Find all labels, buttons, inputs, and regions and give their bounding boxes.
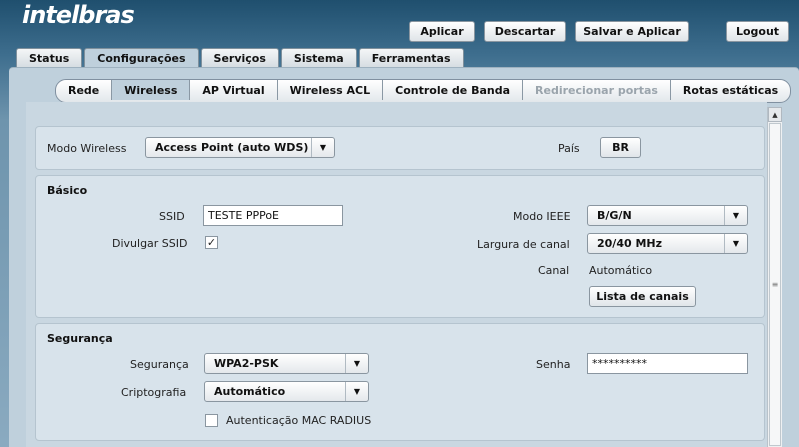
broadcast-ssid-checkbox[interactable]: ✓ (205, 236, 218, 249)
security-value: WPA2-PSK (214, 357, 279, 370)
sub-tabs: Rede Wireless AP Virtual Wireless ACL Co… (55, 79, 792, 103)
country-button[interactable]: BR (600, 137, 641, 158)
wireless-mode-label: Modo Wireless (47, 142, 127, 155)
intelbras-logo: intelbras (22, 1, 135, 29)
ieee-mode-value: B/G/N (597, 209, 632, 222)
subtab-wireless[interactable]: Wireless (112, 80, 191, 100)
tab-status[interactable]: Status (16, 48, 83, 67)
security-label: Segurança (130, 358, 189, 371)
apply-button[interactable]: Aplicar (409, 21, 475, 42)
discard-button[interactable]: Descartar (484, 21, 566, 42)
channel-value: Automático (589, 264, 653, 277)
broadcast-ssid-label: Divulgar SSID (112, 237, 188, 250)
logout-button[interactable]: Logout (726, 21, 789, 42)
chevron-down-icon: ▼ (345, 354, 368, 373)
tab-ferramentas[interactable]: Ferramentas (358, 48, 464, 67)
scrollbar[interactable]: ▲ ≡ (767, 107, 782, 447)
crypto-value: Automático (214, 385, 286, 398)
save-apply-button[interactable]: Salvar e Aplicar (575, 21, 689, 42)
wireless-mode-value: Access Point (auto WDS) (155, 141, 309, 154)
channel-list-button[interactable]: Lista de canais (589, 286, 696, 307)
password-label: Senha (536, 358, 571, 371)
subtab-rotas-estaticas[interactable]: Rotas estáticas (671, 80, 790, 100)
basic-section: Básico SSID Divulgar SSID ✓ Modo IEEE B/… (35, 175, 765, 318)
scroll-up-icon[interactable]: ▲ (768, 107, 782, 122)
ssid-label: SSID (159, 210, 185, 223)
subtab-rede[interactable]: Rede (56, 80, 113, 100)
tab-configuracoes[interactable]: Configurações (84, 48, 199, 68)
chevron-down-icon: ▼ (724, 234, 747, 253)
security-select[interactable]: WPA2-PSK ▼ (204, 353, 369, 374)
mac-radius-checkbox[interactable] (205, 414, 218, 427)
grip-icon: ≡ (771, 280, 779, 289)
tab-sistema[interactable]: Sistema (280, 48, 357, 67)
checkmark-icon: ✓ (206, 236, 217, 249)
crypto-select[interactable]: Automático ▼ (204, 381, 369, 402)
basic-section-title: Básico (47, 184, 88, 197)
ssid-input[interactable] (203, 205, 343, 226)
ieee-mode-select[interactable]: B/G/N ▼ (587, 205, 748, 226)
wireless-mode-select[interactable]: Access Point (auto WDS) ▼ (145, 137, 335, 158)
security-section-title: Segurança (47, 332, 113, 345)
security-section: Segurança Segurança WPA2-PSK ▼ Criptogra… (35, 323, 765, 441)
channel-width-value: 20/40 MHz (597, 237, 663, 250)
tab-servicos[interactable]: Serviços (200, 48, 279, 67)
channel-label: Canal (538, 264, 570, 277)
password-input[interactable] (587, 353, 748, 374)
chevron-down-icon: ▼ (724, 206, 747, 225)
mac-radius-label: Autenticação MAC RADIUS (226, 414, 372, 427)
main-tabs: Status Configurações Serviços Sistema Fe… (16, 48, 464, 68)
chevron-down-icon: ▼ (311, 138, 334, 157)
subtab-ap-virtual[interactable]: AP Virtual (190, 80, 278, 100)
scrollbar-thumb[interactable]: ≡ (769, 123, 781, 446)
mode-section: Modo Wireless Access Point (auto WDS) ▼ … (35, 126, 765, 170)
ieee-mode-label: Modo IEEE (513, 210, 571, 223)
subtab-redirecionar-portas: Redirecionar portas (523, 80, 671, 100)
chevron-down-icon: ▼ (345, 382, 368, 401)
channel-width-label: Largura de canal (477, 238, 570, 251)
subtab-wireless-acl[interactable]: Wireless ACL (278, 80, 384, 100)
channel-width-select[interactable]: 20/40 MHz ▼ (587, 233, 748, 254)
crypto-label: Criptografia (121, 386, 187, 399)
country-label: País (558, 142, 580, 155)
subtab-controle-de-banda[interactable]: Controle de Banda (383, 80, 524, 100)
